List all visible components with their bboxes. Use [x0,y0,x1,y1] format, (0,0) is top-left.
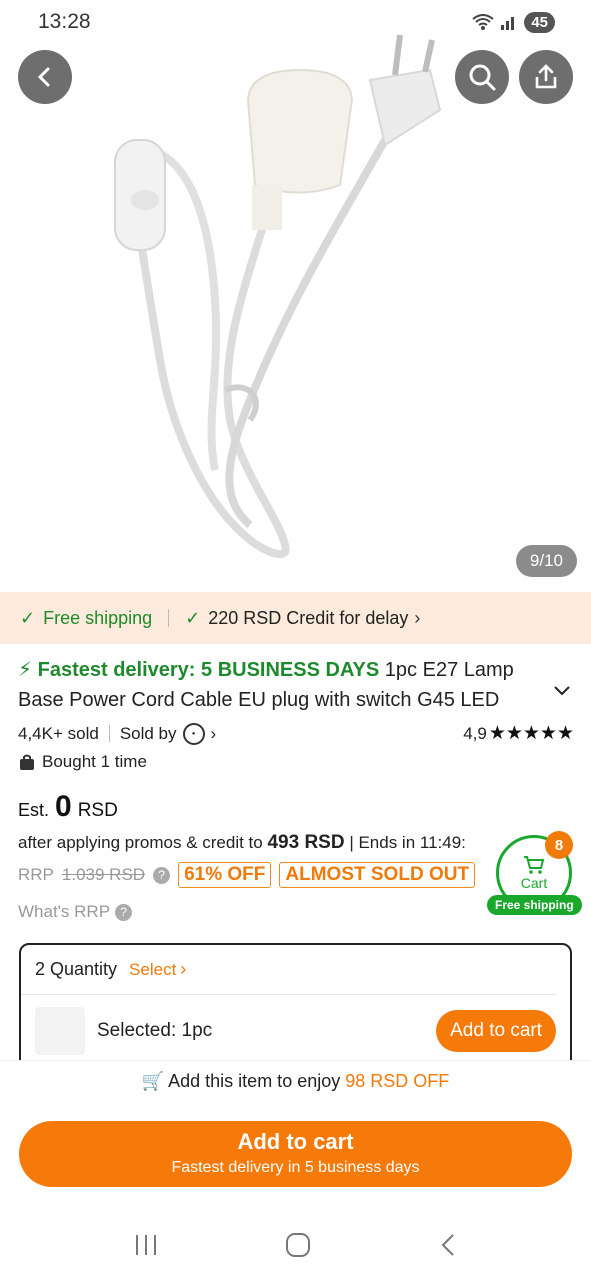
whats-rrp-label: What's RRP [18,902,111,921]
cart-plus-icon: 🛒 [141,1071,165,1091]
whats-rrp-link[interactable]: What's RRP ? [18,902,133,922]
rating-value: 4,9 [463,723,487,743]
cart-icon [524,856,545,874]
quantity-title: 2 Quantity [35,959,118,979]
free-shipping-label: Free shipping [43,607,153,628]
add-to-cart-button[interactable]: Add to cart Fastest delivery in 5 busine… [19,1121,572,1187]
help-icon: ? [115,903,133,921]
search-button[interactable] [455,50,509,104]
sold-by-label[interactable]: Sold by [120,724,177,744]
bought-indicator: Bought 1 time [18,752,147,772]
status-time: 13:28 [38,10,91,33]
help-icon[interactable]: ? [153,866,171,884]
system-nav-bar [0,1210,591,1280]
rrp-value: 1.039 RSD [61,865,146,884]
cart-count-badge: 8 [545,831,573,859]
recent-apps-icon[interactable] [133,1233,159,1257]
after-value: 493 RSD [267,832,345,853]
enjoy-banner: 🛒 Add this item to enjoy 98 RSD OFF [0,1071,591,1092]
back-button[interactable] [18,50,72,104]
wifi-icon [472,14,494,30]
check-icon: ✓ [20,607,36,628]
add-to-cart-sub: Fastest delivery in 5 business days [171,1159,420,1176]
product-title: ⚡ Fastest delivery: 5 BUSINESS DAYS 1pc … [18,655,538,715]
back-nav-icon[interactable] [438,1232,458,1258]
almost-sold-out-badge: ALMOST SOLD OUT [279,862,476,888]
star-icons: ★★★★★ [488,723,574,744]
product-image-area[interactable]: 9/10 [0,0,591,582]
est-label: Est. [18,800,50,820]
divider [108,725,110,742]
rrp-row: RRP 1.039 RSD ? 61% OFF ALMOST SOLD OUT [18,862,476,888]
battery-badge: 45 [524,11,555,33]
home-icon[interactable] [284,1231,312,1259]
signal-icon [501,17,515,30]
currency: RSD [77,800,118,821]
chevron-right-icon[interactable]: › [211,724,217,744]
discount-badge: 61% OFF [178,862,272,888]
rrp-label: RRP [18,865,54,884]
sold-count: 4,4K+ sold [18,723,99,743]
item-thumbnail[interactable] [35,1007,85,1055]
after-prefix: after applying promos & credit to [18,833,263,852]
share-icon [535,64,557,89]
lightning-icon: ⚡ [18,659,33,681]
rating[interactable]: 4,9 ★★★★★ [463,722,574,745]
selected-text: Selected: 1pc [97,1020,213,1041]
expand-title-button[interactable] [552,684,572,703]
selected-item-row: Selected: 1pc Add to cart [21,995,570,1067]
bought-text: Bought 1 time [42,752,147,771]
chevron-down-icon [554,686,570,696]
shipping-strip[interactable]: ✓ Free shipping ✓ 220 RSD Credit for del… [0,592,591,644]
chevron-left-icon [37,67,50,87]
select-link[interactable]: Select [129,960,176,980]
cart-label: Cart [520,875,548,891]
promo-line: after applying promos & credit to 493 RS… [18,832,466,854]
quantity-header[interactable]: 2 Quantity Select › [21,945,556,995]
meta-row: 4,4K+ sold Sold by ● › 4,9 ★★★★★ [18,722,574,745]
search-icon [469,64,496,91]
divider [168,609,170,627]
chevron-right-icon: › [180,959,187,979]
credit-label: 220 RSD Credit for delay [208,607,409,628]
check-icon: ✓ [185,607,201,628]
ends-timer: | Ends in 11:49: [349,833,466,852]
fastest-delivery-label: Fastest delivery: 5 BUSINESS DAYS [37,659,380,681]
enjoy-prefix: Add this item to enjoy [168,1071,341,1091]
add-to-cart-small-button[interactable]: Add to cart [436,1010,556,1052]
share-button[interactable] [519,50,573,104]
add-to-cart-label: Add to cart [237,1129,354,1154]
cart-free-shipping-badge: Free shipping [487,895,582,915]
bag-icon [20,754,34,770]
seller-logo[interactable]: ● [182,722,205,745]
image-counter: 9/10 [515,545,577,577]
estimated-price: Est. 0 RSD [18,790,118,824]
enjoy-value: 98 RSD OFF [345,1071,450,1091]
est-value: 0 [55,790,72,823]
status-bar: 13:28 45 [0,0,591,44]
chevron-right-icon: › [414,607,421,628]
